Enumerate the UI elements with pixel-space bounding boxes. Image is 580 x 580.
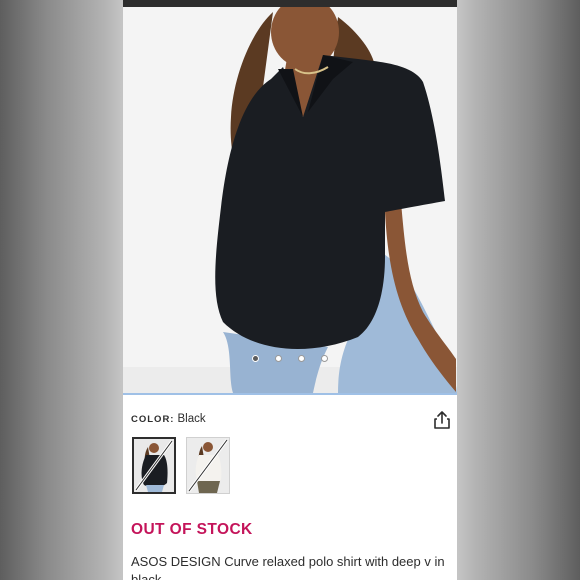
swatch-image — [134, 439, 174, 492]
product-image[interactable] — [123, 7, 457, 393]
product-title: ASOS DESIGN Curve relaxed polo shirt wit… — [131, 554, 445, 580]
swatch-image — [187, 438, 229, 493]
color-selection: COLOR: Black — [131, 413, 206, 425]
swatch-black[interactable] — [132, 437, 176, 494]
swatch-white[interactable] — [186, 437, 230, 494]
product-page: COLOR: Black OUT OF STOCK ASOS DESIGN Cu… — [123, 0, 457, 580]
model-photo — [123, 7, 457, 393]
carousel-dot[interactable] — [275, 355, 282, 363]
carousel-dot[interactable] — [321, 355, 328, 363]
color-label: COLOR: — [131, 414, 175, 425]
stock-status: OUT OF STOCK — [131, 521, 253, 538]
image-divider — [123, 393, 457, 395]
carousel-dot[interactable] — [298, 355, 305, 363]
carousel-dot[interactable] — [252, 355, 259, 363]
share-icon[interactable] — [433, 410, 451, 430]
status-bar — [123, 0, 457, 7]
color-value: Black — [177, 413, 206, 425]
carousel-dots — [123, 350, 457, 368]
